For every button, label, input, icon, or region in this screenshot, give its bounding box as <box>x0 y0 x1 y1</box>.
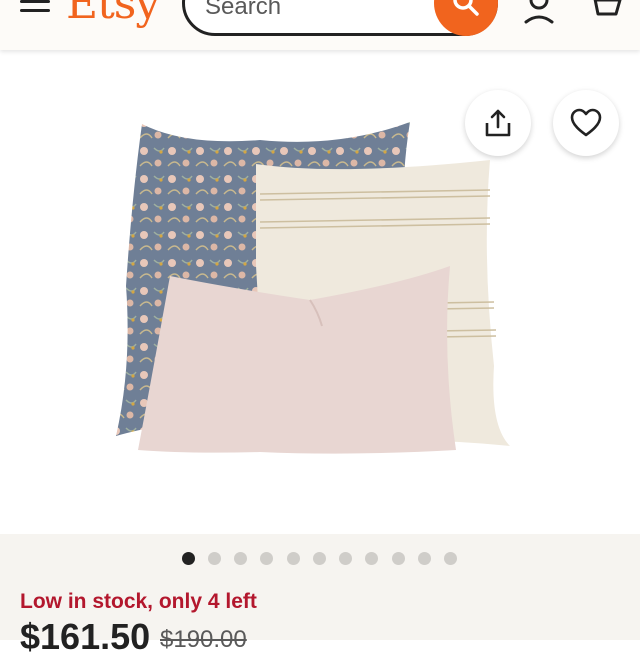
search-icon <box>453 0 479 16</box>
user-icon[interactable] <box>522 0 556 24</box>
search-button[interactable] <box>434 0 498 36</box>
pagination-dot[interactable] <box>418 552 431 565</box>
etsy-logo[interactable]: Etsy <box>66 0 160 29</box>
search-input[interactable]: Search <box>205 0 281 21</box>
top-header: Etsy Search <box>0 0 640 50</box>
pagination-dot[interactable] <box>444 552 457 565</box>
pagination-dot[interactable] <box>182 552 195 565</box>
product-image-gallery[interactable] <box>0 50 640 534</box>
stock-status: Low in stock, only 4 left <box>20 590 257 613</box>
favorite-button[interactable] <box>553 90 619 156</box>
pagination-dot[interactable] <box>392 552 405 565</box>
pagination-dot[interactable] <box>313 552 326 565</box>
sale-price: $161.50 <box>20 616 151 657</box>
search-bar[interactable]: Search <box>182 0 498 36</box>
pagination-dot[interactable] <box>339 552 352 565</box>
menu-icon[interactable] <box>20 0 52 18</box>
cart-icon[interactable] <box>584 0 624 24</box>
pagination-dot[interactable] <box>365 552 378 565</box>
pagination-dot[interactable] <box>260 552 273 565</box>
product-photo-pillows <box>116 122 510 454</box>
pagination-dot[interactable] <box>234 552 247 565</box>
heart-icon <box>570 108 602 137</box>
image-pagination <box>0 552 640 566</box>
original-price: $190.00 <box>160 626 247 653</box>
pagination-dot[interactable] <box>287 552 300 565</box>
listing-info: Low in stock, only 4 left $161.50 $190.0… <box>0 534 640 657</box>
pagination-dot[interactable] <box>208 552 221 565</box>
